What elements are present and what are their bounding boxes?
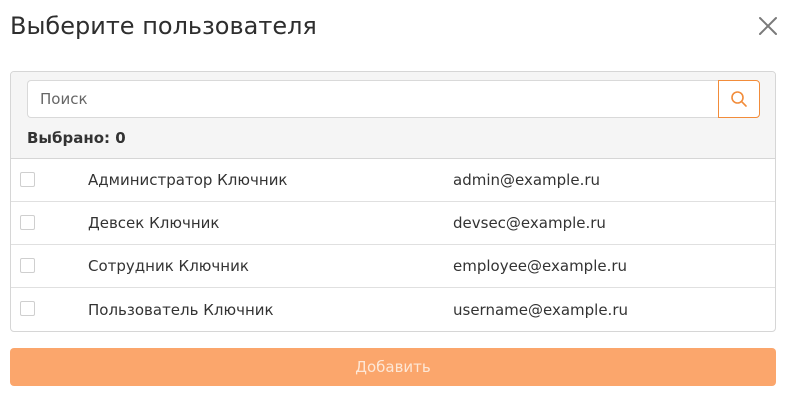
close-button[interactable] (756, 14, 780, 38)
user-name: Пользователь Ключник (88, 300, 274, 319)
user-email: employee@example.ru (453, 257, 628, 275)
table-row[interactable]: Администратор Ключник admin@example.ru (11, 159, 775, 202)
select-user-dialog: Выберите пользователя Выбрано: 0 Админис… (0, 0, 788, 396)
dialog-title: Выберите пользователя (10, 12, 317, 40)
user-name: Девсек Ключник (88, 214, 220, 232)
row-checkbox[interactable] (20, 258, 35, 273)
user-name: Сотрудник Ключник (88, 257, 249, 275)
row-checkbox[interactable] (20, 215, 35, 230)
panel-header: Выбрано: 0 (11, 72, 775, 159)
row-checkbox[interactable] (20, 301, 35, 316)
user-email: username@example.ru (453, 300, 628, 319)
user-email: devsec@example.ru (453, 214, 606, 232)
close-icon (759, 17, 777, 35)
search-input[interactable] (27, 80, 719, 118)
user-list-panel: Выбрано: 0 Администратор Ключник admin@e… (10, 71, 776, 332)
table-row[interactable]: Пользователь Ключник username@example.ru (11, 288, 775, 331)
search-icon (731, 91, 747, 107)
table-row[interactable]: Сотрудник Ключник employee@example.ru (11, 245, 775, 288)
add-button[interactable]: Добавить (10, 348, 776, 386)
user-name: Администратор Ключник (88, 171, 288, 189)
user-list: Администратор Ключник admin@example.ru Д… (11, 159, 775, 331)
row-checkbox[interactable] (20, 172, 35, 187)
table-row[interactable]: Девсек Ключник devsec@example.ru (11, 202, 775, 245)
user-email: admin@example.ru (453, 171, 601, 189)
search-button[interactable] (718, 80, 760, 118)
selected-count: Выбрано: 0 (27, 129, 126, 147)
